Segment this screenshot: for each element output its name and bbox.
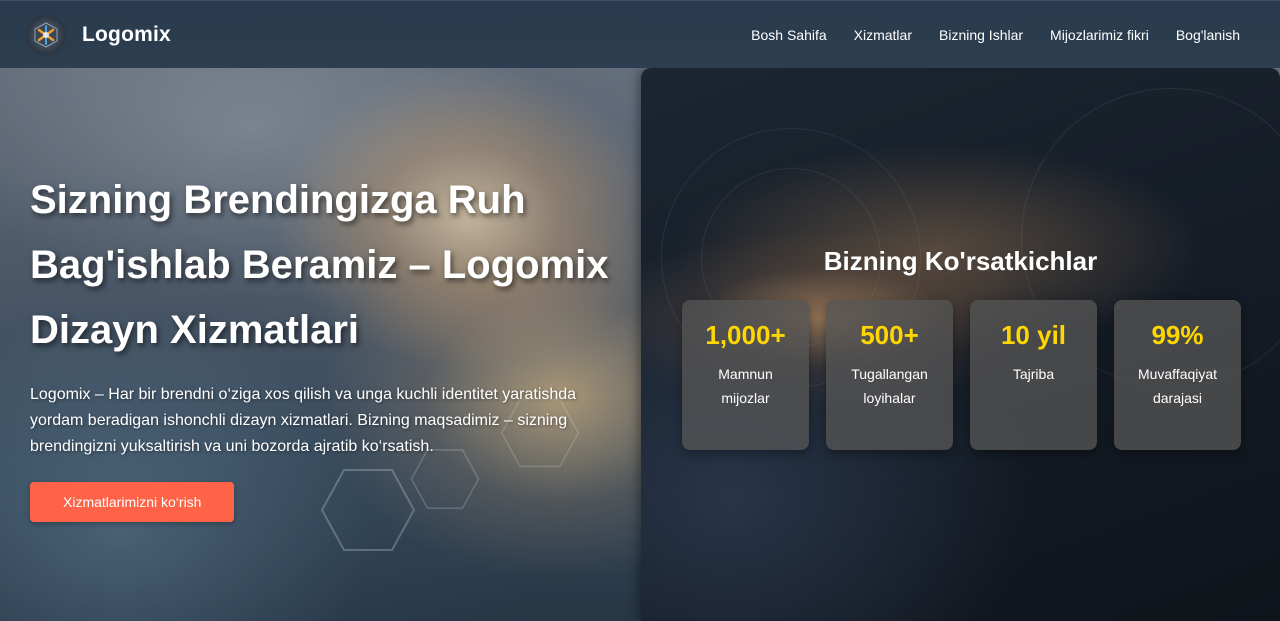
nav-link-testimonials[interactable]: Mijozlarimiz fikri <box>1050 27 1149 43</box>
stat-value: 10 yil <box>1000 320 1067 350</box>
main-nav: Bosh Sahifa Xizmatlar Bizning Ishlar Mij… <box>751 27 1240 43</box>
stats-grid: 1,000+ Mamnun mijozlar 500+ Tugallangan … <box>682 300 1241 450</box>
brand[interactable]: Logomix <box>26 14 171 55</box>
stat-card-success-rate: 99% Muvaffaqiyat darajasi <box>1114 300 1241 450</box>
nav-link-contact[interactable]: Bog'lanish <box>1176 27 1240 43</box>
stat-value: 1,000+ <box>705 320 786 350</box>
brand-name[interactable]: Logomix <box>82 23 171 47</box>
view-services-button[interactable]: Xizmatlarimizni ko‘rish <box>30 482 235 522</box>
stat-label: Tajriba <box>1012 366 1055 382</box>
hero-title: Sizning Brendingizga Ruh Bag'ishlab Bera… <box>30 178 609 352</box>
stat-value: 500+ <box>860 320 919 350</box>
stat-label: Muvaffaqiyat darajasi <box>1137 366 1218 406</box>
nav-link-home[interactable]: Bosh Sahifa <box>751 27 827 43</box>
top-navbar: Logomix Bosh Sahifa Xizmatlar Bizning Is… <box>0 0 1280 68</box>
hero-content: Sizning Brendingizga Ruh Bag'ishlab Bera… <box>30 168 630 522</box>
stat-label: Tugallangan loyihalar <box>851 366 928 406</box>
stats-panel: Bizning Ko'rsatkichlar 1,000+ Mamnun mij… <box>641 68 1280 621</box>
nav-link-portfolio[interactable]: Bizning Ishlar <box>939 27 1023 43</box>
hero-description: Logomix – Har bir brendni o‘ziga xos qil… <box>30 386 577 455</box>
stat-card-experience: 10 yil Tajriba <box>970 300 1097 450</box>
stat-card-clients: 1,000+ Mamnun mijozlar <box>682 300 809 450</box>
logo-emblem-icon[interactable] <box>26 14 66 55</box>
stat-label: Mamnun mijozlar <box>718 366 773 406</box>
stat-card-projects: 500+ Tugallangan loyihalar <box>826 300 953 450</box>
stats-title: Bizning Ko'rsatkichlar <box>823 246 1098 276</box>
hero-section: Sizning Brendingizga Ruh Bag'ishlab Bera… <box>0 68 1280 621</box>
nav-link-services[interactable]: Xizmatlar <box>854 27 912 43</box>
stat-value: 99% <box>1151 320 1204 350</box>
